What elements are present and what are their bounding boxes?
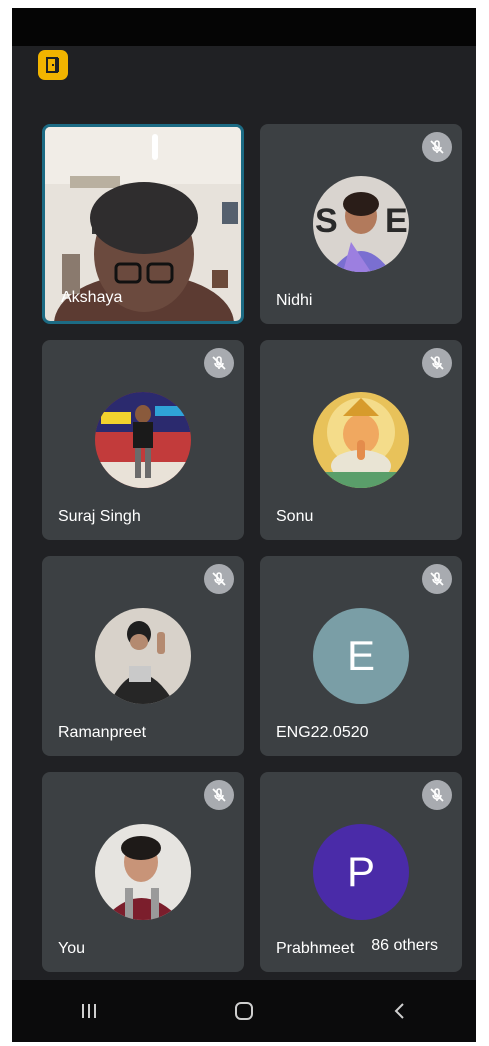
participant-name: You — [58, 940, 85, 957]
participant-avatar — [95, 392, 191, 488]
recent-apps-button[interactable] — [59, 991, 119, 1031]
svg-text:S: S — [315, 202, 338, 240]
participant-tile-sonu[interactable]: Sonu — [260, 340, 462, 540]
participant-tile-suraj-singh[interactable]: Suraj Singh — [42, 340, 244, 540]
mic-off-icon — [204, 564, 234, 594]
participant-name: Akshaya — [61, 289, 123, 306]
participant-tile-ramanpreet[interactable]: Ramanpreet — [42, 556, 244, 756]
mic-off-icon — [204, 348, 234, 378]
exit-door-icon — [46, 57, 59, 73]
participant-tile-akshaya[interactable]: Akshaya — [42, 124, 244, 324]
participant-avatar: P — [313, 824, 409, 920]
participant-tile-you[interactable]: You — [42, 772, 244, 972]
participant-name: Sonu — [276, 508, 314, 525]
participant-name: ENG22.0520 — [276, 724, 369, 741]
participant-avatar — [95, 608, 191, 704]
mic-off-icon — [422, 564, 452, 594]
participant-name: Suraj Singh — [58, 508, 141, 525]
participant-tile-prabhmeet-singh[interactable]: P Prabhmeet Singh 86 others — [260, 772, 462, 972]
system-navigation-bar — [12, 980, 476, 1042]
home-icon — [234, 1002, 253, 1020]
mic-off-icon — [422, 348, 452, 378]
mic-off-icon — [204, 780, 234, 810]
participant-tile-nidhi[interactable]: S E Nidhi — [260, 124, 462, 324]
status-bar — [12, 8, 476, 46]
participant-avatar — [313, 392, 409, 488]
mic-off-icon — [422, 780, 452, 810]
recent-apps-icon — [82, 1004, 97, 1018]
back-button[interactable] — [369, 991, 429, 1031]
mic-off-icon — [422, 132, 452, 162]
meeting-screen: Akshaya S E Nidhi Suraj Singh Sonu Raman… — [12, 8, 476, 1042]
home-button[interactable] — [214, 991, 274, 1031]
participant-tile-eng22-0520[interactable]: E ENG22.0520 — [260, 556, 462, 756]
participant-name: Ramanpreet — [58, 724, 147, 741]
participant-avatar: E — [313, 608, 409, 704]
back-icon — [394, 1003, 404, 1019]
participant-avatar — [95, 824, 191, 920]
leave-meeting-button[interactable] — [38, 50, 68, 80]
participant-avatar: S E — [313, 176, 409, 272]
svg-text:E: E — [385, 202, 408, 240]
others-count-button[interactable]: 86 others — [357, 928, 452, 964]
participant-name: Nidhi — [276, 292, 313, 309]
